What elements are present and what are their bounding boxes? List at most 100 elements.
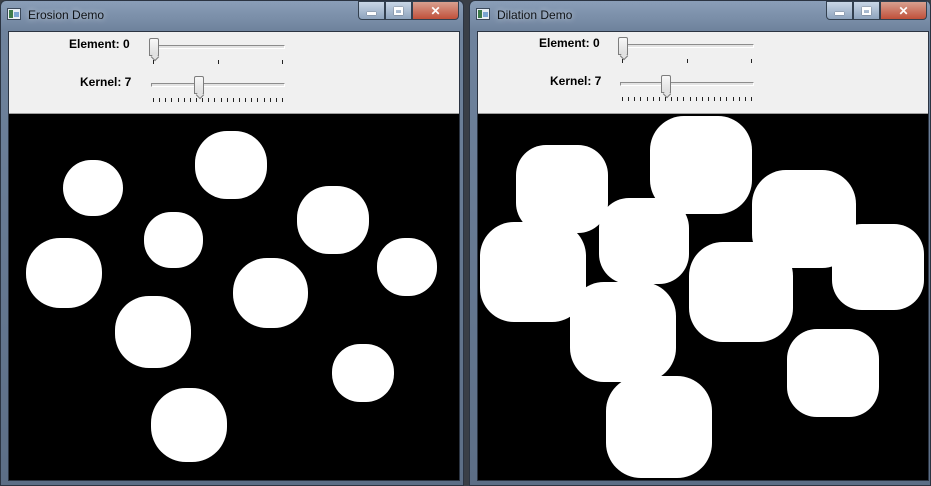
trackbar-tick <box>745 97 746 101</box>
kernel-trackbar-ticks <box>622 97 752 101</box>
window-client-area: Element: 0 Kernel: 7 <box>477 31 929 481</box>
element-trackbar-track[interactable] <box>151 45 285 49</box>
trackbar-tick <box>690 97 691 101</box>
dilation-blobs <box>480 116 924 478</box>
dilation-window: Dilation Demo ✕ Element: 0 Kernel: 7 <box>469 0 931 486</box>
kernel-trackbar-thumb[interactable] <box>661 75 671 93</box>
trackbar-tick <box>282 60 283 64</box>
trackbar-tick <box>233 98 234 102</box>
trackbar-tick <box>683 97 684 101</box>
element-trackbar-track[interactable] <box>620 44 754 48</box>
trackbar-tick <box>239 98 240 102</box>
blob <box>332 344 394 402</box>
app-icon <box>476 8 490 20</box>
trackbar-tick <box>165 98 166 102</box>
blob <box>115 296 191 368</box>
kernel-trackbar-label: Kernel: 7 <box>550 74 602 88</box>
minimize-button[interactable] <box>358 1 385 20</box>
trackbar-tick <box>196 98 197 102</box>
blob <box>516 145 608 233</box>
element-trackbar-thumb[interactable] <box>149 38 159 56</box>
blob <box>480 222 586 322</box>
trackbar-tick <box>178 98 179 102</box>
trackbar-tick <box>221 98 222 102</box>
trackbar-tick <box>726 97 727 101</box>
minimize-icon <box>367 11 376 15</box>
trackbar-tick <box>671 97 672 101</box>
caption-buttons: ✕ <box>358 1 459 20</box>
element-trackbar-ticks <box>153 60 283 64</box>
blob <box>233 258 308 328</box>
trackbar-tick <box>159 98 160 102</box>
trackbar-panel: Element: 0 Kernel: 7 <box>478 32 928 114</box>
element-trackbar-thumb[interactable] <box>618 37 628 55</box>
trackbar-tick <box>227 98 228 102</box>
element-trackbar-ticks <box>622 59 752 63</box>
blob <box>377 238 437 296</box>
close-button[interactable]: ✕ <box>412 1 459 20</box>
trackbar-tick <box>171 98 172 102</box>
trackbar-tick <box>622 59 623 63</box>
title-bar[interactable]: Dilation Demo ✕ <box>470 1 930 29</box>
trackbar-tick <box>714 97 715 101</box>
trackbar-tick <box>696 97 697 101</box>
kernel-trackbar-label: Kernel: 7 <box>80 75 132 89</box>
trackbar-tick <box>702 97 703 101</box>
trackbar-tick <box>687 59 688 63</box>
trackbar-tick <box>214 98 215 102</box>
window-title: Dilation Demo <box>497 8 573 22</box>
trackbar-tick <box>640 97 641 101</box>
maximize-icon <box>394 6 403 15</box>
trackbar-tick <box>751 97 752 101</box>
close-icon: ✕ <box>898 3 909 18</box>
maximize-icon <box>862 6 871 15</box>
trackbar-tick <box>218 60 219 64</box>
blob <box>606 376 712 478</box>
dilation-image <box>478 114 928 480</box>
trackbar-tick <box>665 97 666 101</box>
kernel-trackbar-ticks <box>153 98 283 102</box>
trackbar-tick <box>270 98 271 102</box>
erosion-blobs <box>26 131 437 462</box>
trackbar-tick <box>628 97 629 101</box>
trackbar-tick <box>264 98 265 102</box>
app-icon <box>7 8 21 20</box>
erosion-window: Erosion Demo ✕ Element: 0 Kernel: 7 <box>0 0 464 486</box>
kernel-trackbar-thumb[interactable] <box>194 76 204 94</box>
blob <box>151 388 227 462</box>
trackbar-tick <box>276 98 277 102</box>
trackbar-tick <box>208 98 209 102</box>
kernel-trackbar-track[interactable] <box>620 82 754 86</box>
title-bar[interactable]: Erosion Demo ✕ <box>1 1 463 29</box>
maximize-button[interactable] <box>853 1 880 20</box>
minimize-button[interactable] <box>826 1 853 20</box>
blob <box>689 242 793 342</box>
trackbar-tick <box>282 98 283 102</box>
trackbar-tick <box>257 98 258 102</box>
window-title: Erosion Demo <box>28 8 105 22</box>
trackbar-tick <box>739 97 740 101</box>
window-client-area: Element: 0 Kernel: 7 <box>8 31 460 481</box>
erosion-image <box>9 114 459 480</box>
trackbar-tick <box>622 97 623 101</box>
blob <box>144 212 203 268</box>
close-button[interactable]: ✕ <box>880 1 927 20</box>
trackbar-tick <box>190 98 191 102</box>
minimize-icon <box>835 11 844 15</box>
maximize-button[interactable] <box>385 1 412 20</box>
blob <box>599 198 689 284</box>
trackbar-tick <box>708 97 709 101</box>
trackbar-panel: Element: 0 Kernel: 7 <box>9 32 459 114</box>
kernel-trackbar-track[interactable] <box>151 83 285 87</box>
blob <box>26 238 102 308</box>
element-trackbar-label: Element: 0 <box>539 36 600 50</box>
trackbar-tick <box>251 98 252 102</box>
trackbar-tick <box>202 98 203 102</box>
trackbar-tick <box>677 97 678 101</box>
trackbar-tick <box>184 98 185 102</box>
trackbar-tick <box>733 97 734 101</box>
caption-buttons: ✕ <box>826 1 927 20</box>
close-icon: ✕ <box>430 3 441 18</box>
element-trackbar-label: Element: 0 <box>69 37 130 51</box>
trackbar-tick <box>720 97 721 101</box>
